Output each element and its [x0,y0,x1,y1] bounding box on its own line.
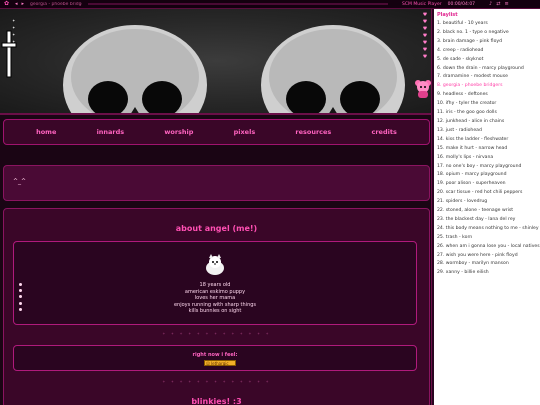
mood-card: right now i feel: ☺ lethargic [13,345,417,371]
playlist-item[interactable]: 26. when am i gonna lose you - local nat… [437,243,540,252]
nav-resources[interactable]: resources [295,128,331,136]
mood-label: right now i feel: [192,352,238,358]
nav-home[interactable]: home [36,128,56,136]
mood-badge-text: lethargic [211,361,229,366]
playlist-item[interactable]: 25. trash - korn [437,234,540,243]
playlist-item[interactable]: 28. wormboy - marilyn manson [437,260,540,269]
about-card: 18 years old american eskimo puppy loves… [13,241,417,325]
dot-divider: ✦ ✦ ✦ ✦ ✦ ✦ ✦ ✦ ✦ ✦ ✦ ✦ ✦ [162,379,271,384]
mood-face-icon: ☺ [206,361,211,366]
playlist-list: 1. beautiful - 10 years 2. black no. 1 - … [437,20,540,278]
playlist-item[interactable]: 19. poor alison - superheaven [437,180,540,189]
music-player-bar: ✿ ◂ ▸ georgia - phoebe bridgers SCM Musi… [0,0,540,9]
main-nav: home innards worship pixels resources cr… [3,119,430,145]
playlist-item[interactable]: 14. kiss the ladder - fleshwater [437,136,540,145]
paw-icon: ✿ [4,0,10,7]
skull-image-left [63,25,207,113]
nav-credits[interactable]: credits [372,128,397,136]
playlist-item[interactable]: 10. ifhy - tyler the creator [437,100,540,109]
playlist-item[interactable]: 23. the blackest day - lana del rey [437,216,540,225]
playlist-panel: Playlist 1. beautiful - 10 years 2. black… [434,9,540,405]
bear-icon [415,80,431,98]
playlist-item[interactable]: 5. de sade - skyknot [437,56,540,65]
playlist-item[interactable]: 2. black no. 1 - type o negative [437,29,540,38]
main-content: about angel (me!) 18 years old american … [3,208,430,405]
nav-worship[interactable]: worship [164,128,193,136]
skull-image-right [261,25,405,113]
sparkle-column: ✦ ✦ ✦ ✦ [12,18,16,44]
playlist-item[interactable]: 11. iris - the goo goo dolls [437,109,540,118]
playlist-item[interactable]: 12. junkhead - alice in chains [437,118,540,127]
playlist-toggle-icon[interactable]: ≡ [504,1,508,7]
about-title: about angel (me!) [175,224,258,233]
status-box: ^_^ [3,165,430,201]
time-display: 00:00/04:07 [447,1,476,7]
playlist-item[interactable]: 8. georgia - phoebe bridgers [437,82,540,91]
playlist-item[interactable]: 27. wish you were here - pink floyd [437,252,540,261]
playlist-item[interactable]: 16. molly's lips - nirvana [437,154,540,163]
playlist-item[interactable]: 18. opium - marcy playground [437,171,540,180]
playlist-item[interactable]: 22. stoned, alone - teenage wrist [437,207,540,216]
nav-innards[interactable]: innards [97,128,125,136]
player-title: SCM Music Player [402,1,442,7]
about-fact: kills bunnies on sight [188,308,242,314]
playlist-item[interactable]: 13. just - radiohead [437,127,540,136]
playlist-item[interactable]: 29. xanny - billie eilish [437,269,540,278]
playlist-title: Playlist [437,12,458,18]
shuffle-icon[interactable]: ⇄ [496,1,500,7]
playlist-item[interactable]: 4. creep - radiohead [437,47,540,56]
playlist-item[interactable]: 1. beautiful - 10 years [437,20,540,29]
playlist-item[interactable]: 7. dramamine - modest mouse [437,73,540,82]
prev-button[interactable]: ◂ [15,1,18,7]
header-banner: ✦ ✦ ✦ ✦ ♥ ♥ ♥ ♥ ♥ ♥ ♥ [0,9,433,115]
playlist-item[interactable]: 17. no one's boy - marcy playground [437,163,540,172]
playlist-item[interactable]: 21. spiders - lovedrug [437,198,540,207]
heart-column: ♥ ♥ ♥ ♥ ♥ ♥ ♥ [422,12,428,60]
playlist-item[interactable]: 6. down the drain - marcy playground [437,65,540,74]
play-button[interactable]: ▸ [22,1,25,7]
dog-icon [206,254,224,275]
progress-bar[interactable] [88,3,389,5]
volume-icon[interactable]: ♪ [489,1,492,7]
about-facts-list: 18 years old american eskimo puppy loves… [14,282,416,315]
playlist-item[interactable]: 20. scar tissue - red hot chili peppers [437,189,540,198]
dot-divider: ✦ ✦ ✦ ✦ ✦ ✦ ✦ ✦ ✦ ✦ ✦ ✦ ✦ [162,331,271,336]
nav-pixels[interactable]: pixels [234,128,256,136]
mood-badge: ☺ lethargic [204,360,236,366]
playlist-item[interactable]: 9. headless - deftones [437,91,540,100]
current-track-label: georgia - phoebe bridgers [30,1,82,7]
playlist-item[interactable]: 3. brain damage - pink floyd [437,38,540,47]
playlist-item[interactable]: 24. this body means nothing to me - shin… [437,225,540,234]
blinkies-title: blinkies! :3 [191,397,242,405]
playlist-item[interactable]: 15. make it hurt - narrow head [437,145,540,154]
status-emote: ^_^ [13,178,27,185]
